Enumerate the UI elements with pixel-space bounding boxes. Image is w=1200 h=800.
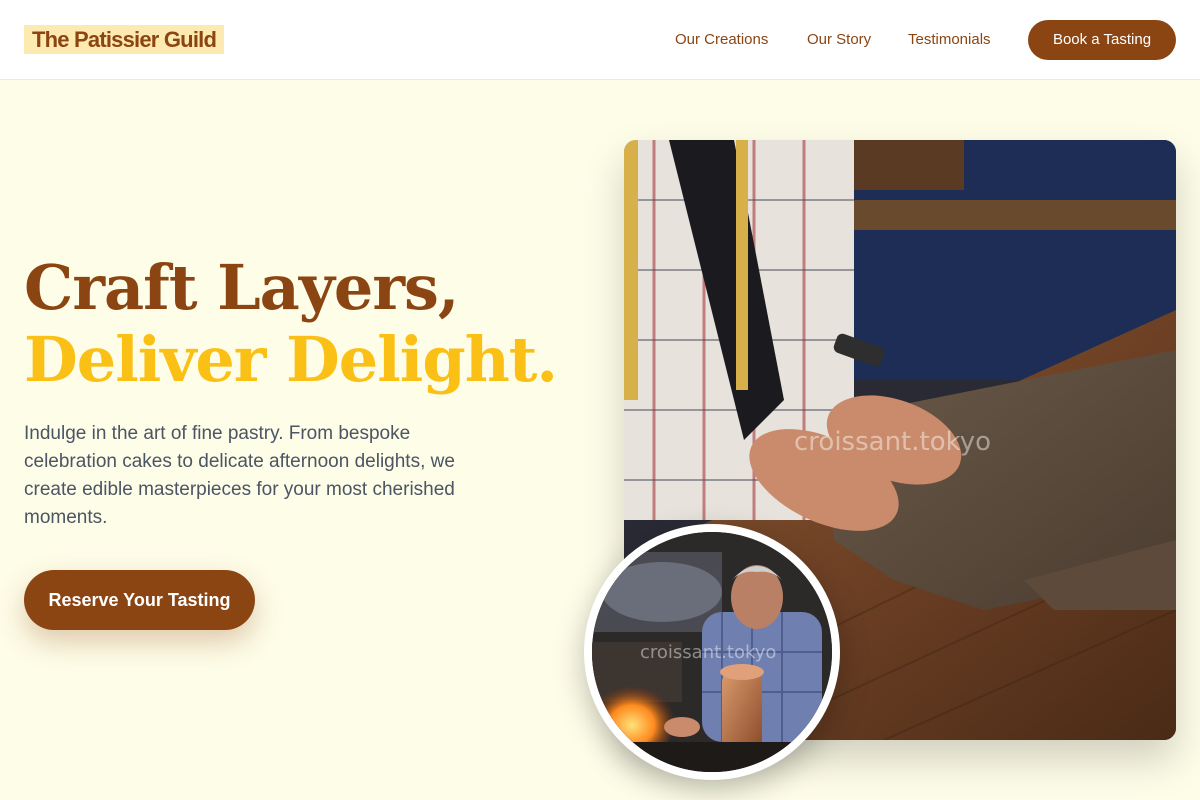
nav-link-our-creations[interactable]: Our Creations [675, 30, 768, 50]
nav-link-our-story[interactable]: Our Story [807, 30, 871, 50]
nav-link-testimonials[interactable]: Testimonials [908, 30, 991, 50]
site-header: The Patissier Guild Our Creations Our St… [0, 0, 1200, 80]
brand-logo[interactable]: The Patissier Guild [24, 25, 225, 54]
hero-description: Indulge in the art of fine pastry. From … [24, 423, 455, 528]
svg-text:croissant.tokyo: croissant.tokyo [794, 427, 991, 457]
hero-headline-line2: Deliver Delight. [24, 323, 558, 396]
reserve-tasting-button[interactable]: Reserve Your Tasting [24, 570, 255, 630]
svg-text:croissant.tokyo: croissant.tokyo [640, 642, 776, 663]
book-tasting-button[interactable]: Book a Tasting [1028, 20, 1176, 60]
coppersmith-image: croissant.tokyo [584, 524, 840, 780]
hero-headline-line1: Craft Layers, [24, 251, 459, 324]
coppersmith-photo: croissant.tokyo [592, 532, 832, 772]
